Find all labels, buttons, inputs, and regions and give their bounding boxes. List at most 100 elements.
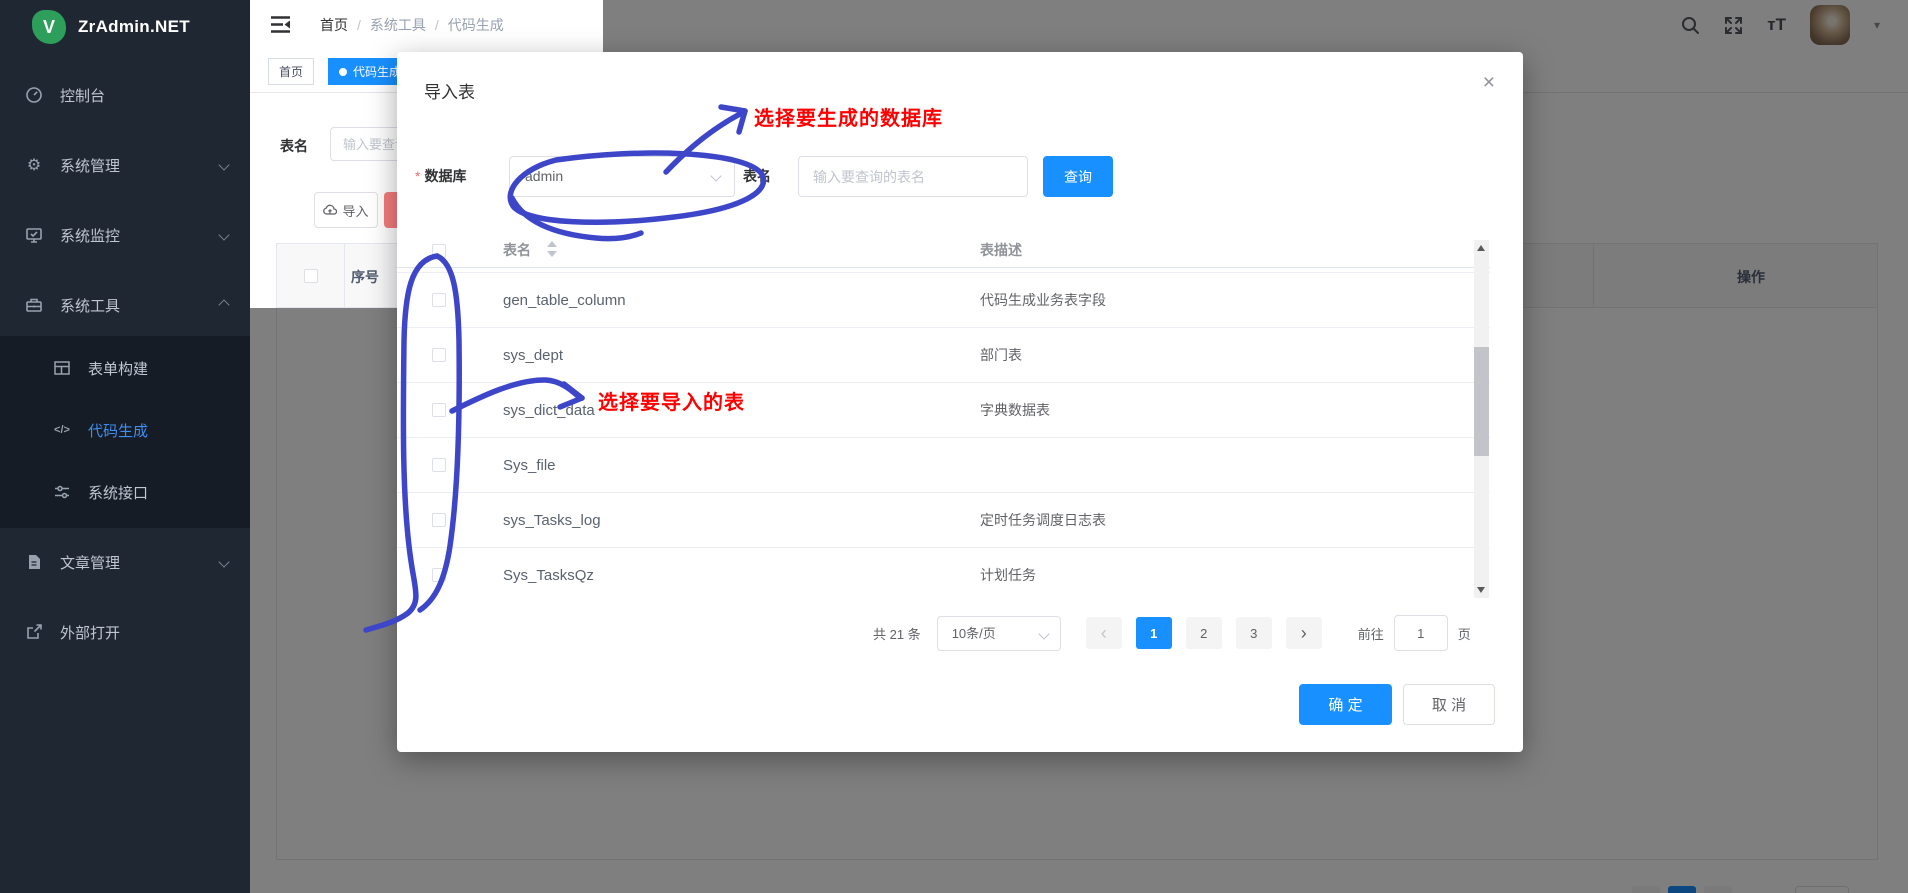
row-table-name: sys_dept (503, 347, 564, 364)
row-table-name: Sys_TasksQz (503, 567, 594, 584)
row-table-desc: 定时任务调度日志表 (980, 512, 1106, 528)
col-table-name[interactable]: 表名 (503, 240, 531, 260)
scroll-down-icon[interactable] (1477, 587, 1485, 593)
table-name-input[interactable] (798, 156, 1028, 197)
form-grid-icon (52, 358, 72, 378)
chevron-down-icon (218, 229, 230, 241)
row-table-name: sys_dict_data (503, 402, 595, 419)
sidebar: V ZrAdmin.NET 控制台 ⚙ 系统管理 系统监控 系统工具 表单构建 (0, 0, 250, 893)
chevron-up-icon (218, 299, 230, 311)
required-asterisk: * (415, 168, 421, 184)
chevron-down-icon (1038, 627, 1050, 640)
page-query-label: 表名 (280, 138, 308, 154)
select-all-checkbox[interactable] (432, 244, 446, 258)
sidebar-item-system-tools[interactable]: 系统工具 (0, 277, 250, 333)
table-row[interactable]: sys_Tasks_log 定时任务调度日志表 (397, 493, 1490, 548)
row-table-desc: 代码生成业务表字段 (980, 292, 1106, 308)
system-tools-submenu: 表单构建 </> 代码生成 系统接口 (0, 336, 250, 528)
sidebar-item-external-link[interactable]: 外部打开 (0, 604, 250, 660)
row-table-desc: 字典数据表 (980, 402, 1050, 418)
sidebar-item-system-api[interactable]: 系统接口 (0, 464, 250, 520)
confirm-button[interactable]: 确 定 (1299, 684, 1392, 725)
dashboard-icon (24, 85, 44, 105)
sort-carets-icon[interactable] (547, 239, 557, 261)
page-col-index: 序号 (351, 269, 379, 285)
col-table-desc: 表描述 (980, 242, 1022, 258)
cancel-button[interactable]: 取 消 (1403, 684, 1495, 725)
chevron-down-icon (218, 159, 230, 171)
brand-name: ZrAdmin.NET (78, 17, 190, 36)
search-button[interactable]: 查询 (1043, 156, 1113, 197)
row-checkbox[interactable] (432, 348, 446, 362)
sidebar-item-dashboard[interactable]: 控制台 (0, 67, 250, 123)
table-row[interactable]: sys_dept 部门表 (397, 328, 1490, 383)
sidebar-item-label: 代码生成 (88, 422, 149, 440)
scroll-up-icon[interactable] (1477, 245, 1485, 251)
breadcrumb-home[interactable]: 首页 (320, 15, 348, 35)
tag-home[interactable]: 首页 (268, 58, 315, 85)
sidebar-item-system-monitor[interactable]: 系统监控 (0, 207, 250, 263)
select-all-checkbox[interactable] (304, 269, 318, 283)
dialog-pagination: 共 21 条 10条/页 ‹ 1 2 3 › 前往 页 (873, 615, 1471, 651)
table-row[interactable]: gen_table_column 代码生成业务表字段 (397, 273, 1490, 328)
pagination-goto-label: 前往 (1357, 626, 1384, 642)
import-table-dialog: 导入表 × *数据库 admin 表名 查询 表名 表描述 gen_table_… (397, 52, 1523, 752)
breadcrumb-separator: / (434, 17, 439, 33)
breadcrumb: 首页 / 系统工具 / 代码生成 (320, 0, 504, 50)
breadcrumb-section: 系统工具 (369, 17, 426, 33)
sidebar-item-label: 系统管理 (60, 157, 121, 175)
brand-area[interactable]: V ZrAdmin.NET (0, 0, 250, 54)
database-select-value: admin (525, 168, 564, 184)
sidebar-item-code-generation[interactable]: </> 代码生成 (0, 402, 250, 458)
table-row[interactable]: sys_dict_data 字典数据表 (397, 383, 1490, 438)
brand-logo-icon: V (32, 10, 66, 44)
pagination-total: 共 21 条 (873, 626, 921, 642)
active-tag-dot (339, 67, 347, 76)
column-divider (344, 244, 345, 308)
sidebar-item-label: 表单构建 (88, 360, 149, 378)
database-select[interactable]: admin (509, 156, 735, 197)
table-name-label: 表名 (743, 168, 771, 184)
import-button[interactable]: 导入 (314, 192, 378, 228)
sidebar-item-form-builder[interactable]: 表单构建 (0, 340, 250, 396)
pagination-page-1[interactable]: 1 (1135, 617, 1172, 649)
row-checkbox[interactable] (432, 513, 446, 527)
row-checkbox[interactable] (432, 403, 446, 417)
row-checkbox[interactable] (432, 568, 446, 582)
pagination-goto-input[interactable] (1393, 615, 1448, 651)
sidebar-item-label: 控制台 (60, 87, 106, 105)
sliders-icon (52, 482, 72, 502)
pagination-unit-label: 页 (1457, 626, 1471, 642)
import-button-label: 导入 (342, 203, 369, 219)
pagination-prev-button[interactable]: ‹ (1085, 617, 1122, 649)
dialog-table-body: gen_table_column 代码生成业务表字段 sys_dept 部门表 … (397, 268, 1490, 598)
page-size-value: 10条/页 (951, 625, 996, 641)
sidebar-item-articles[interactable]: 文章管理 (0, 534, 250, 590)
row-checkbox[interactable] (432, 458, 446, 472)
page-size-select[interactable]: 10条/页 (936, 615, 1061, 651)
scrollbar-thumb[interactable] (1474, 347, 1489, 456)
briefcase-icon (24, 295, 44, 315)
sidebar-collapse-icon[interactable] (270, 15, 291, 39)
sidebar-item-label: 外部打开 (60, 624, 121, 642)
sidebar-item-system-management[interactable]: ⚙ 系统管理 (0, 137, 250, 193)
app-screen: 首页 / 系统工具 / 代码生成 тT ▾ 首页 代码生成 表 (0, 0, 1908, 893)
sidebar-item-label: 系统工具 (60, 297, 121, 315)
row-table-name: Sys_file (503, 457, 556, 474)
pagination-page-2[interactable]: 2 (1185, 617, 1222, 649)
tag-code-generation-label: 代码生成 (353, 65, 402, 79)
tag-home-label: 首页 (279, 65, 304, 79)
pagination-next-button[interactable]: › (1285, 617, 1322, 649)
table-row[interactable]: Sys_file (397, 438, 1490, 493)
cloud-upload-icon (323, 204, 338, 215)
table-row[interactable]: Sys_TasksQz 计划任务 (397, 548, 1490, 598)
table-scrollbar[interactable] (1474, 240, 1489, 598)
close-icon[interactable]: × (1483, 72, 1495, 93)
breadcrumb-separator: / (357, 17, 361, 33)
chevron-down-icon (218, 556, 230, 568)
pagination-page-3[interactable]: 3 (1235, 617, 1272, 649)
row-checkbox[interactable] (432, 293, 446, 307)
code-icon: </> (54, 424, 70, 436)
row-table-name: sys_Tasks_log (503, 512, 601, 529)
database-label: * 数据库 (415, 168, 467, 184)
